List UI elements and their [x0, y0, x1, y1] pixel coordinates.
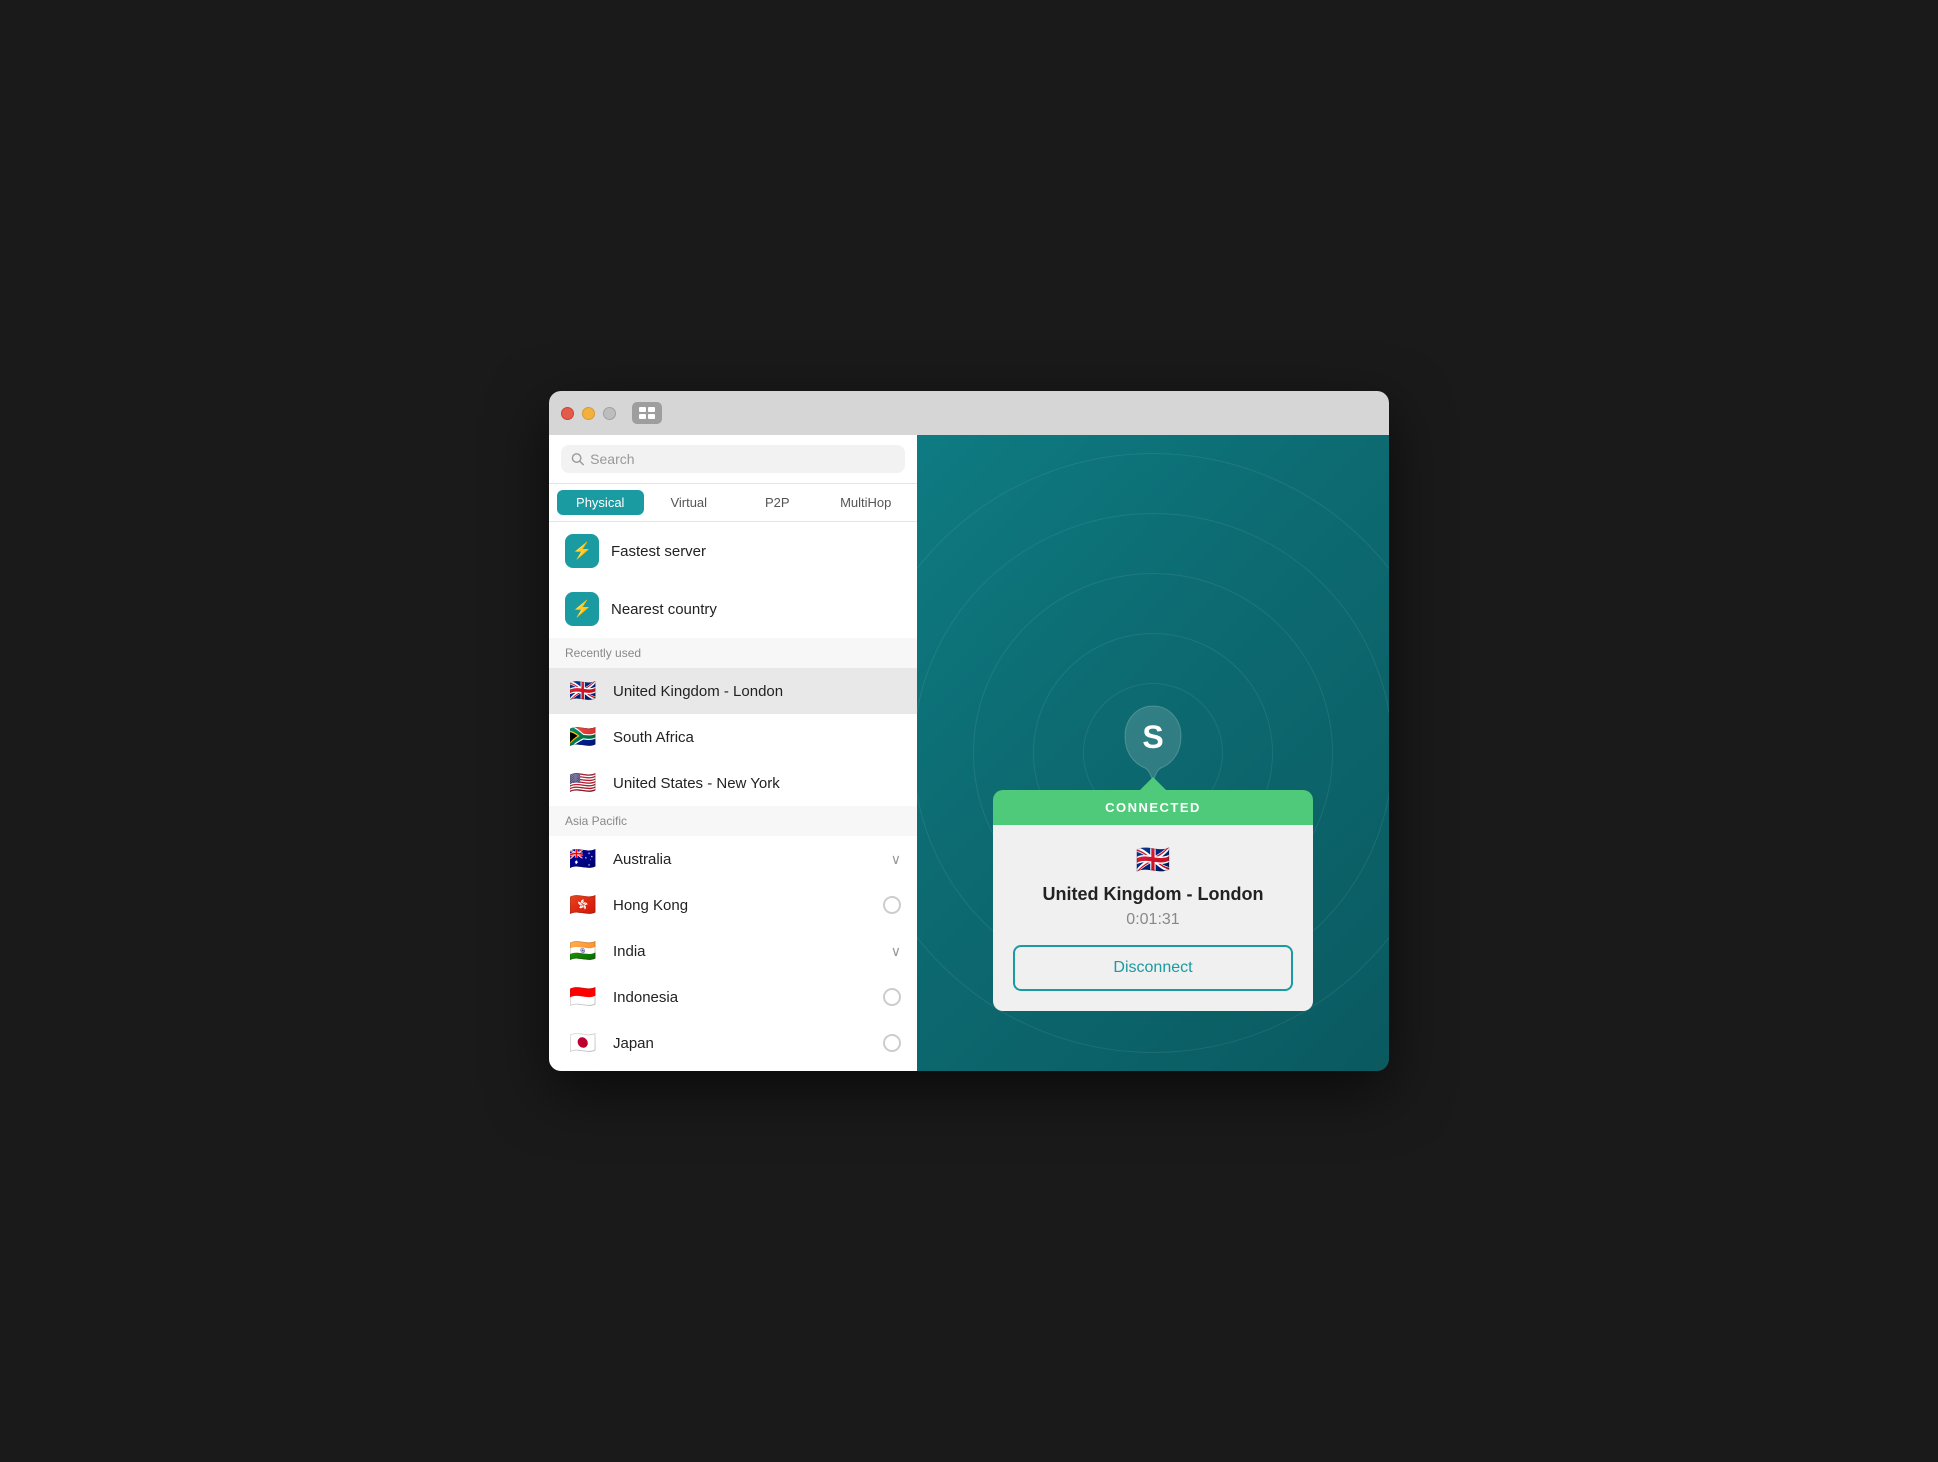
fastest-server-icon: ⚡ [565, 534, 599, 568]
country-name-japan: Japan [613, 1035, 871, 1052]
flag-hong-kong: 🇭🇰 [565, 893, 601, 917]
connected-body: 🇬🇧 United Kingdom - London 0:01:31 Disco… [993, 825, 1313, 1011]
radio-indonesia[interactable] [883, 988, 901, 1006]
country-name-south-africa: South Africa [613, 729, 901, 746]
tab-bar: Physical Virtual P2P MultiHop [549, 484, 917, 522]
flag-south-africa: 🇿🇦 [565, 725, 601, 749]
nearest-country-label: Nearest country [611, 601, 717, 618]
maximize-button[interactable] [603, 407, 616, 420]
tab-multihop[interactable]: MultiHop [823, 490, 910, 515]
radio-japan[interactable] [883, 1034, 901, 1052]
radio-hong-kong[interactable] [883, 896, 901, 914]
flag-uk: 🇬🇧 [565, 679, 601, 703]
connected-timer: 0:01:31 [1126, 911, 1179, 929]
main-panel: S CONNECTED 🇬🇧 United Kingdom - London 0… [917, 435, 1389, 1071]
search-input-wrap[interactable] [561, 445, 905, 473]
flag-indonesia: 🇮🇩 [565, 985, 601, 1009]
flag-us: 🇺🇸 [565, 771, 601, 795]
fastest-server-label: Fastest server [611, 543, 706, 560]
list-item-us-new-york[interactable]: 🇺🇸 United States - New York [549, 760, 917, 806]
list-item-hong-kong[interactable]: 🇭🇰 Hong Kong [549, 882, 917, 928]
country-name-hong-kong: Hong Kong [613, 897, 871, 914]
titlebar [549, 391, 1389, 435]
nearest-country-item[interactable]: ⚡ Nearest country [549, 580, 917, 638]
country-name-indonesia: Indonesia [613, 989, 871, 1006]
svg-text:S: S [1142, 719, 1163, 755]
tab-virtual[interactable]: Virtual [646, 490, 733, 515]
connected-card: CONNECTED 🇬🇧 United Kingdom - London 0:0… [993, 777, 1313, 1011]
sidebar: Physical Virtual P2P MultiHop ⚡ Fastest … [549, 435, 917, 1071]
tile-view-button[interactable] [632, 402, 662, 424]
asia-pacific-header: Asia Pacific [549, 806, 917, 836]
search-input[interactable] [590, 451, 895, 467]
list-item-indonesia[interactable]: 🇮🇩 Indonesia [549, 974, 917, 1020]
expand-india-icon: ∨ [891, 943, 901, 960]
close-button[interactable] [561, 407, 574, 420]
flag-australia: 🇦🇺 [565, 847, 601, 871]
search-icon [571, 452, 584, 466]
search-bar [549, 435, 917, 484]
expand-australia-icon: ∨ [891, 851, 901, 868]
country-name-us-new-york: United States - New York [613, 775, 901, 792]
fastest-server-item[interactable]: ⚡ Fastest server [549, 522, 917, 580]
flag-india: 🇮🇳 [565, 939, 601, 963]
recently-used-header: Recently used [549, 638, 917, 668]
connected-location: United Kingdom - London [1043, 884, 1264, 905]
connected-status-header: CONNECTED [993, 790, 1313, 825]
country-name-australia: Australia [613, 851, 879, 868]
surfshark-logo-icon: S [1113, 696, 1193, 786]
flag-japan: 🇯🇵 [565, 1031, 601, 1055]
list-item-australia[interactable]: 🇦🇺 Australia ∨ [549, 836, 917, 882]
nearest-country-icon: ⚡ [565, 592, 599, 626]
main-content: Physical Virtual P2P MultiHop ⚡ Fastest … [549, 435, 1389, 1071]
list-item-south-africa[interactable]: 🇿🇦 South Africa [549, 714, 917, 760]
connected-flag: 🇬🇧 [1136, 843, 1171, 876]
minimize-button[interactable] [582, 407, 595, 420]
country-name-india: India [613, 943, 879, 960]
server-list: ⚡ Fastest server ⚡ Nearest country Recen… [549, 522, 917, 1071]
tab-p2p[interactable]: P2P [734, 490, 821, 515]
list-item-india[interactable]: 🇮🇳 India ∨ [549, 928, 917, 974]
disconnect-button[interactable]: Disconnect [1013, 945, 1293, 991]
chevron-up-icon [1139, 777, 1167, 791]
tab-physical[interactable]: Physical [557, 490, 644, 515]
country-name-uk-london: United Kingdom - London [613, 683, 901, 700]
app-window: Physical Virtual P2P MultiHop ⚡ Fastest … [549, 391, 1389, 1071]
list-item-japan[interactable]: 🇯🇵 Japan [549, 1020, 917, 1066]
list-item-uk-london[interactable]: 🇬🇧 United Kingdom - London [549, 668, 917, 714]
